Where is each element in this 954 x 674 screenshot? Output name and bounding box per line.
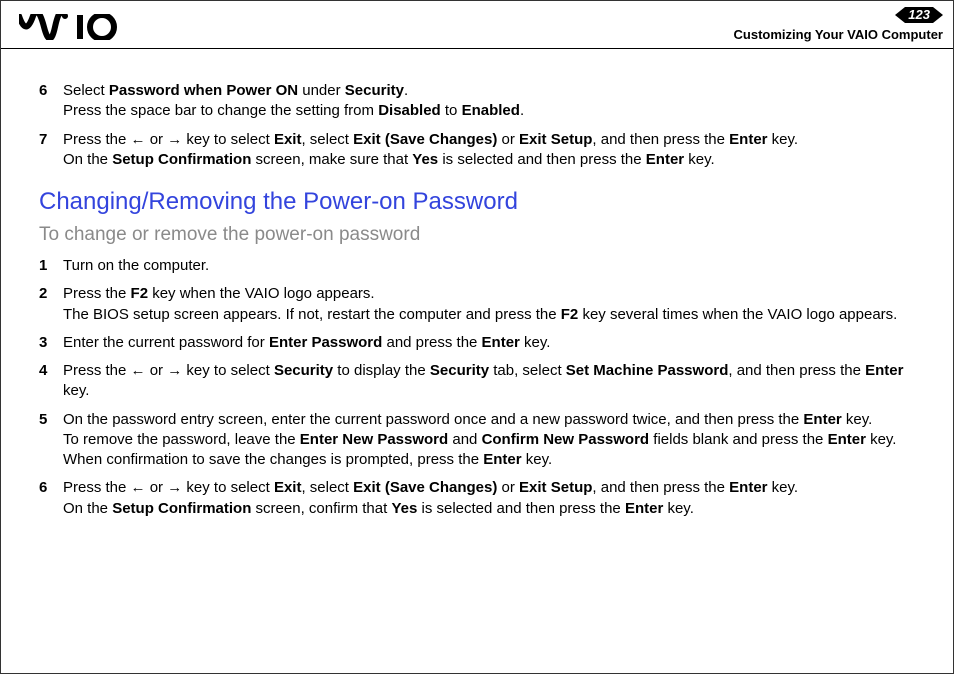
step-body: Press the F2 key when the VAIO logo appe…	[63, 284, 915, 325]
prev-page-icon[interactable]	[895, 7, 905, 23]
page-header: 123 Customizing Your VAIO Computer	[1, 1, 953, 49]
step-item: 5On the password entry screen, enter the…	[39, 410, 915, 471]
step-item: 2Press the F2 key when the VAIO logo app…	[39, 284, 915, 325]
step-body: Press the ← or → key to select Exit, sel…	[63, 130, 915, 171]
step-number: 5	[39, 410, 63, 471]
step-body: Press the ← or → key to select Security …	[63, 361, 915, 402]
step-item: 4Press the ← or → key to select Security…	[39, 361, 915, 402]
step-item: 3Enter the current password for Enter Pa…	[39, 333, 915, 353]
page-content: 6Select Password when Power ON under Sec…	[1, 49, 953, 519]
step-item: 1Turn on the computer.	[39, 256, 915, 276]
step-item: 6Press the ← or → key to select Exit, se…	[39, 478, 915, 519]
step-body: Select Password when Power ON under Secu…	[63, 81, 915, 122]
vaio-logo-icon	[19, 14, 129, 44]
step-number: 2	[39, 284, 63, 325]
step-number: 3	[39, 333, 63, 353]
step-body: On the password entry screen, enter the …	[63, 410, 915, 471]
step-item: 7Press the ← or → key to select Exit, se…	[39, 130, 915, 171]
page-number-badge[interactable]: 123	[895, 5, 943, 25]
next-page-icon[interactable]	[933, 7, 943, 23]
step-item: 6Select Password when Power ON under Sec…	[39, 81, 915, 122]
top-step-list: 6Select Password when Power ON under Sec…	[39, 81, 915, 170]
step-body: Enter the current password for Enter Pas…	[63, 333, 915, 353]
step-number: 7	[39, 130, 63, 171]
step-number: 6	[39, 478, 63, 519]
step-body: Turn on the computer.	[63, 256, 915, 276]
step-body: Press the ← or → key to select Exit, sel…	[63, 478, 915, 519]
page-number: 123	[905, 7, 933, 23]
main-step-list: 1Turn on the computer.2Press the F2 key …	[39, 256, 915, 519]
step-number: 6	[39, 81, 63, 122]
header-section-title: Customizing Your VAIO Computer	[734, 27, 943, 42]
step-number: 1	[39, 256, 63, 276]
section-heading: Changing/Removing the Power-on Password	[39, 188, 915, 216]
step-number: 4	[39, 361, 63, 402]
section-subtitle: To change or remove the power-on passwor…	[39, 224, 915, 246]
